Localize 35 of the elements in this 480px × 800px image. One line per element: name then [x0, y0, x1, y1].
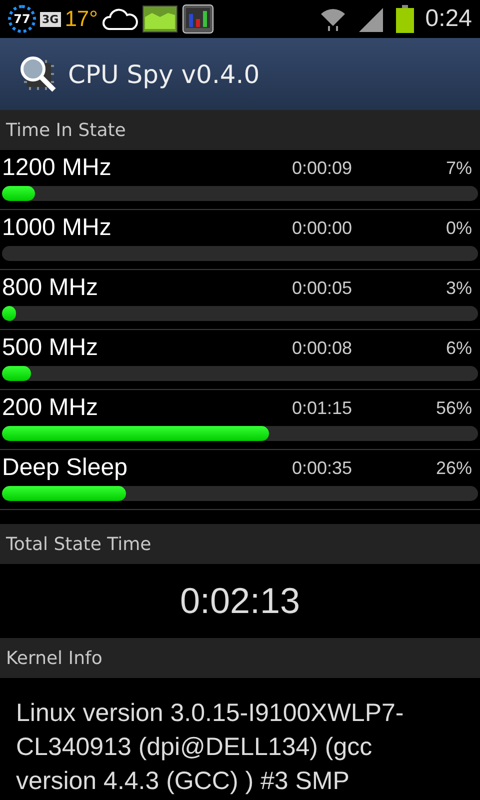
network-badge: 3G [40, 12, 61, 26]
state-time: 0:00:05 [292, 278, 354, 298]
battery-icon [395, 5, 416, 33]
state-percent: 7% [444, 158, 472, 178]
clock: 0:24 [425, 5, 472, 33]
state-time: 0:00:35 [292, 458, 354, 478]
state-name: Deep Sleep [2, 454, 128, 482]
signal-icon [357, 6, 386, 32]
kernel-info-text: Linux version 3.0.15-I9100XWLP7-CL340913 (dpi@DELL134) (gcc version 4.4.3 (GCC) ) #3 SMP [15, 698, 405, 797]
wifi-icon [319, 6, 348, 32]
section-title: Time In State [6, 120, 126, 140]
section-title: Total State Time [6, 534, 152, 554]
state-name: 500 MHz [2, 334, 100, 362]
state-name: 800 MHz [2, 274, 100, 302]
state-time: 0:00:08 [292, 338, 354, 358]
state-name: 1000 MHz [2, 214, 112, 242]
bar-chart-icon [182, 4, 214, 34]
magnifier-chip-icon [18, 54, 58, 94]
state-name: 1200 MHz [2, 154, 112, 182]
state-percent: 0% [444, 218, 472, 238]
cloud-icon [102, 7, 138, 31]
state-percent: 6% [444, 338, 472, 358]
state-time: 0:00:09 [292, 158, 354, 178]
state-percent: 26% [434, 458, 472, 478]
state-time: 0:00:00 [292, 218, 354, 238]
temperature: 17° [64, 6, 98, 32]
total-time: 0:02:13 [178, 579, 302, 623]
section-title: Kernel Info [6, 648, 102, 668]
state-percent: 3% [444, 278, 472, 298]
chart-widget-icon [142, 5, 178, 33]
state-time: 0:01:15 [292, 398, 354, 418]
state-percent: 56% [434, 398, 472, 418]
state-name: 200 MHz [2, 394, 100, 422]
notification-badge: 77 [8, 5, 36, 33]
app-title: CPU Spy v0.4.0 [68, 60, 260, 88]
